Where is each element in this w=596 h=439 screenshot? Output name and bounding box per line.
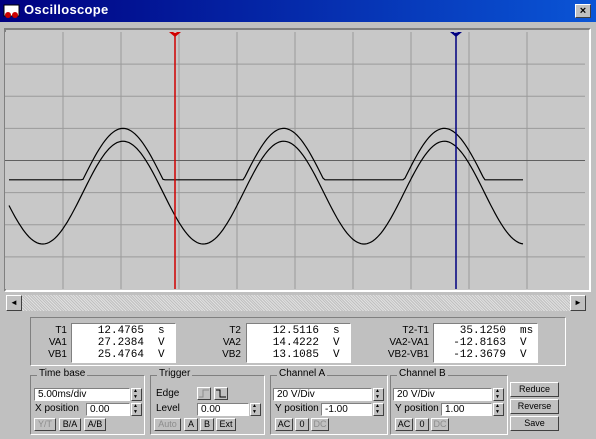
channel-b-scale-field[interactable]: 20 V/Div [393, 388, 492, 401]
x-position-field[interactable]: 0.00 [86, 403, 130, 416]
trigger-title: Trigger [157, 368, 193, 379]
left-readout-box: 12.4765 27.2384 25.4764 s V V [71, 323, 176, 363]
channel-a-ypos-field[interactable]: -1.00 [321, 403, 372, 416]
t1-unit: s [158, 325, 165, 337]
vb2-value: 13.1085 [272, 349, 319, 361]
time-scale-spinner[interactable] [131, 388, 142, 401]
vb1-label: VB1 [48, 349, 67, 360]
channel-a-zero-button[interactable]: 0 [295, 418, 309, 431]
channel-b-dc-button[interactable]: DC [431, 418, 449, 431]
channel-a-scale-spinner[interactable] [373, 388, 384, 401]
va1-label: VA1 [48, 337, 67, 348]
trigger-auto-button[interactable]: Auto [154, 418, 181, 431]
rising-edge-icon [199, 389, 209, 398]
va2-unit: V [333, 337, 340, 349]
t2-t1-unit: ms [520, 325, 534, 337]
trigger-ext-button[interactable]: Ext [216, 418, 236, 431]
x-position-spinner[interactable] [131, 403, 142, 416]
va1-value: 27.2384 [97, 337, 144, 349]
channel-b-ypos-field[interactable]: 1.00 [441, 403, 492, 416]
trigger-a-button[interactable]: A [184, 418, 198, 431]
va2-va1-value: -12.8163 [453, 337, 506, 349]
va2-va1-label: VA2-VA1 [389, 337, 429, 348]
channel-a-title: Channel A [277, 368, 328, 379]
t2-label: T2 [229, 325, 241, 336]
channel-a-dc-button[interactable]: DC [311, 418, 329, 431]
va2-label: VA2 [222, 337, 241, 348]
channel-b-zero-button[interactable]: 0 [415, 418, 429, 431]
oscilloscope-app-icon [3, 4, 20, 18]
channel-a-group: Channel A 20 V/Div Y position -1.00 AC 0… [270, 368, 388, 435]
t2-t1-label: T2-T1 [402, 325, 429, 336]
channel-b-ypos-label: Y position [395, 403, 439, 414]
channel-b-scale-spinner[interactable] [493, 388, 504, 401]
horizontal-scrollbar[interactable]: ◄ ► [6, 295, 586, 311]
channel-a-scale-field[interactable]: 20 V/Div [273, 388, 372, 401]
trigger-level-spinner[interactable] [250, 403, 261, 416]
channel-a-ac-button[interactable]: AC [275, 418, 293, 431]
vb1-unit: V [158, 349, 165, 361]
measurement-panel: T1 VA1 VB1 12.4765 27.2384 25.4764 s V V… [30, 317, 566, 366]
right-readout-box: 35.1250 -12.8163 -12.3679 ms V V [433, 323, 538, 363]
time-base-title: Time base [37, 368, 88, 379]
close-button[interactable]: × [575, 4, 591, 18]
vb2-label: VB2 [222, 349, 241, 360]
reduce-button[interactable]: Reduce [510, 382, 559, 397]
t2-unit: s [333, 325, 340, 337]
scroll-track[interactable] [22, 295, 570, 311]
va2-va1-unit: V [520, 337, 527, 349]
channel-a-ypos-label: Y position [275, 403, 319, 414]
channel-b-ac-button[interactable]: AC [395, 418, 413, 431]
va2-value: 14.4222 [272, 337, 319, 349]
time-base-group: Time base 5.00ms/div X position 0.00 Y/T… [30, 368, 145, 435]
t2-t1-value: 35.1250 [459, 325, 506, 337]
title-bar: Oscilloscope × [0, 0, 596, 22]
falling-edge-button[interactable] [214, 387, 228, 400]
scroll-left-button[interactable]: ◄ [6, 295, 22, 311]
rising-edge-button[interactable] [197, 387, 211, 400]
ba-mode-button[interactable]: B/A [59, 418, 81, 431]
vb2-vb1-unit: V [520, 349, 527, 361]
t1-label: T1 [55, 325, 67, 336]
trigger-level-field[interactable]: 0.00 [197, 403, 249, 416]
save-button[interactable]: Save [510, 416, 559, 431]
t1-value: 12.4765 [97, 325, 144, 337]
channel-b-title: Channel B [397, 368, 448, 379]
middle-readout-box: 12.5116 14.4222 13.1085 s V V [246, 323, 351, 363]
vb1-value: 25.4764 [97, 349, 144, 361]
vb2-unit: V [333, 349, 340, 361]
trigger-b-button[interactable]: B [200, 418, 214, 431]
cursor-1-label: 1 [173, 32, 177, 35]
level-label: Level [156, 403, 180, 414]
yt-mode-button[interactable]: Y/T [34, 418, 56, 431]
cursor-2-label: 2 [454, 32, 458, 35]
falling-edge-icon [216, 389, 226, 398]
window-title: Oscilloscope [24, 2, 109, 17]
channel-a-ypos-spinner[interactable] [373, 403, 384, 416]
vb2-vb1-value: -12.3679 [453, 349, 506, 361]
edge-label: Edge [156, 388, 180, 399]
channel-b-group: Channel B 20 V/Div Y position 1.00 AC 0 … [390, 368, 508, 435]
scroll-right-button[interactable]: ► [570, 295, 586, 311]
x-position-label: X position [35, 403, 79, 414]
vb2-vb1-label: VB2-VB1 [387, 349, 429, 360]
ab-mode-button[interactable]: A/B [84, 418, 106, 431]
trigger-group: Trigger Edge Level 0.00 Auto A B Ext [150, 368, 265, 435]
time-scale-field[interactable]: 5.00ms/div [34, 388, 130, 401]
oscilloscope-screen[interactable]: 1 2 [5, 32, 585, 289]
va1-unit: V [158, 337, 165, 349]
t2-value: 12.5116 [272, 325, 319, 337]
channel-b-ypos-spinner[interactable] [493, 403, 504, 416]
reverse-button[interactable]: Reverse [510, 399, 559, 414]
